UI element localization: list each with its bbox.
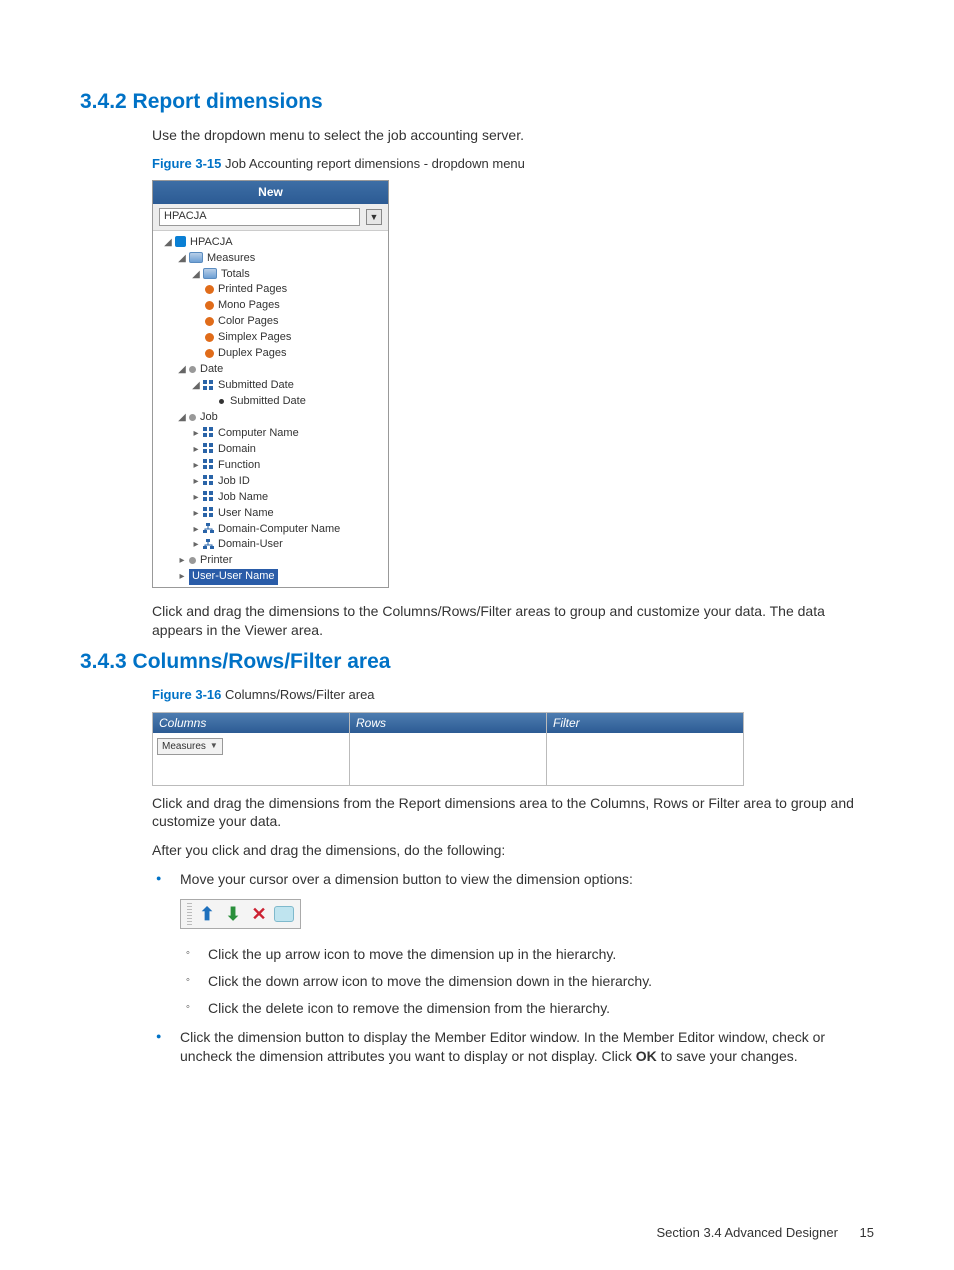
para-343-p1: Click and drag the dimensions from the R…: [152, 794, 874, 832]
tree-job-name[interactable]: Job Name: [218, 491, 268, 503]
crf-columns-header: Columns: [153, 713, 349, 733]
report-dimensions-panel: New HPACJA ▼ ◢HPACJA ◢Measures ◢Totals P…: [152, 180, 389, 588]
hierarchy-icon: [203, 539, 214, 550]
tree-job-id[interactable]: Job ID: [218, 475, 250, 487]
crf-filter-header: Filter: [547, 713, 743, 733]
attribute-icon: [203, 427, 214, 438]
tree-function[interactable]: Function: [218, 459, 260, 471]
bullet-2: Click the dimension button to display th…: [152, 1028, 874, 1066]
attribute-icon: [203, 443, 214, 454]
group-icon: [189, 366, 196, 373]
heading-343: 3.4.3 Columns/Rows/Filter area: [80, 650, 874, 674]
tree-computer-name[interactable]: Computer Name: [218, 427, 299, 439]
crf-rows[interactable]: Rows: [350, 713, 547, 785]
sub-bullet-down: Click the down arrow icon to move the di…: [180, 972, 874, 991]
figure-caption-3-16: Figure 3-16 Columns/Rows/Filter area: [152, 686, 874, 704]
measure-icon: [205, 301, 214, 310]
hierarchy-icon: [203, 523, 214, 534]
tree-submitted-date-leaf[interactable]: Submitted Date: [230, 395, 306, 407]
tree-submitted-date[interactable]: Submitted Date: [218, 379, 294, 391]
tree-selected-node[interactable]: User-User Name: [189, 569, 278, 585]
arrow-up-icon[interactable]: ⬆: [196, 903, 218, 925]
tree-mono-pages[interactable]: Mono Pages: [218, 299, 280, 311]
panel-title: New: [153, 181, 388, 203]
tree-domain-user[interactable]: Domain-User: [218, 538, 283, 550]
tree-root[interactable]: HPACJA: [190, 236, 233, 248]
attribute-icon: [203, 380, 214, 391]
tree-user-name[interactable]: User Name: [218, 507, 274, 519]
footer-page-number: 15: [860, 1225, 874, 1240]
cube-icon: [175, 236, 186, 247]
measure-icon: [205, 317, 214, 326]
group-icon: [189, 557, 196, 564]
server-dropdown-value: HPACJA: [164, 209, 207, 224]
attribute-icon: [203, 507, 214, 518]
folder-icon: [203, 268, 217, 279]
leaf-icon: [219, 399, 224, 404]
server-dropdown[interactable]: HPACJA ▼: [153, 204, 388, 231]
measure-icon: [205, 349, 214, 358]
crf-filter[interactable]: Filter: [547, 713, 743, 785]
figure-label: Figure 3-16: [152, 687, 221, 702]
measures-pill[interactable]: Measures ▼: [157, 738, 223, 756]
para-343-p2: After you click and drag the dimensions,…: [152, 841, 874, 860]
tree-simplex-pages[interactable]: Simplex Pages: [218, 331, 291, 343]
crf-columns[interactable]: Columns Measures ▼: [153, 713, 350, 785]
chevron-down-icon[interactable]: ▼: [366, 209, 382, 225]
sub-bullet-up: Click the up arrow icon to move the dime…: [180, 945, 874, 964]
crf-area: Columns Measures ▼ Rows Filter: [152, 712, 744, 786]
dimensions-tree[interactable]: ◢HPACJA ◢Measures ◢Totals Printed Pages …: [153, 231, 388, 588]
tree-date-group[interactable]: Date: [200, 363, 223, 375]
dimension-options-toolbar: ⬆ ⬇ ✕: [180, 899, 301, 929]
grip-icon: [187, 903, 192, 925]
attribute-icon: [203, 491, 214, 502]
heading-342: 3.4.2 Report dimensions: [80, 90, 874, 114]
footer-section: Section 3.4 Advanced Designer: [657, 1225, 838, 1240]
bullet-1: Move your cursor over a dimension button…: [180, 871, 633, 887]
tree-domain-computer-name[interactable]: Domain-Computer Name: [218, 523, 340, 535]
chevron-down-icon[interactable]: ▼: [210, 741, 218, 752]
attribute-icon: [203, 475, 214, 486]
tree-duplex-pages[interactable]: Duplex Pages: [218, 347, 287, 359]
edit-icon[interactable]: [274, 906, 294, 922]
tree-printed-pages[interactable]: Printed Pages: [218, 283, 287, 295]
measure-icon: [205, 333, 214, 342]
tree-measures[interactable]: Measures: [207, 252, 255, 264]
figure-caption-3-15: Figure 3-15 Job Accounting report dimens…: [152, 155, 874, 173]
para-342-followup: Click and drag the dimensions to the Col…: [152, 602, 874, 640]
tree-domain[interactable]: Domain: [218, 443, 256, 455]
folder-icon: [189, 252, 203, 263]
figure-text: Job Accounting report dimensions - dropd…: [225, 156, 525, 171]
measure-icon: [205, 285, 214, 294]
sub-bullet-delete: Click the delete icon to remove the dime…: [180, 999, 874, 1018]
tree-totals[interactable]: Totals: [221, 268, 250, 280]
arrow-down-icon[interactable]: ⬇: [222, 903, 244, 925]
figure-label: Figure 3-15: [152, 156, 221, 171]
tree-printer-group[interactable]: Printer: [200, 554, 232, 566]
para-342-intro: Use the dropdown menu to select the job …: [152, 126, 874, 145]
page-footer: Section 3.4 Advanced Designer 15: [657, 1225, 875, 1240]
tree-color-pages[interactable]: Color Pages: [218, 315, 279, 327]
group-icon: [189, 414, 196, 421]
figure-text: Columns/Rows/Filter area: [225, 687, 375, 702]
attribute-icon: [203, 459, 214, 470]
tree-job-group[interactable]: Job: [200, 411, 218, 423]
crf-rows-header: Rows: [350, 713, 546, 733]
pill-label: Measures: [162, 740, 206, 754]
delete-icon[interactable]: ✕: [248, 903, 270, 925]
